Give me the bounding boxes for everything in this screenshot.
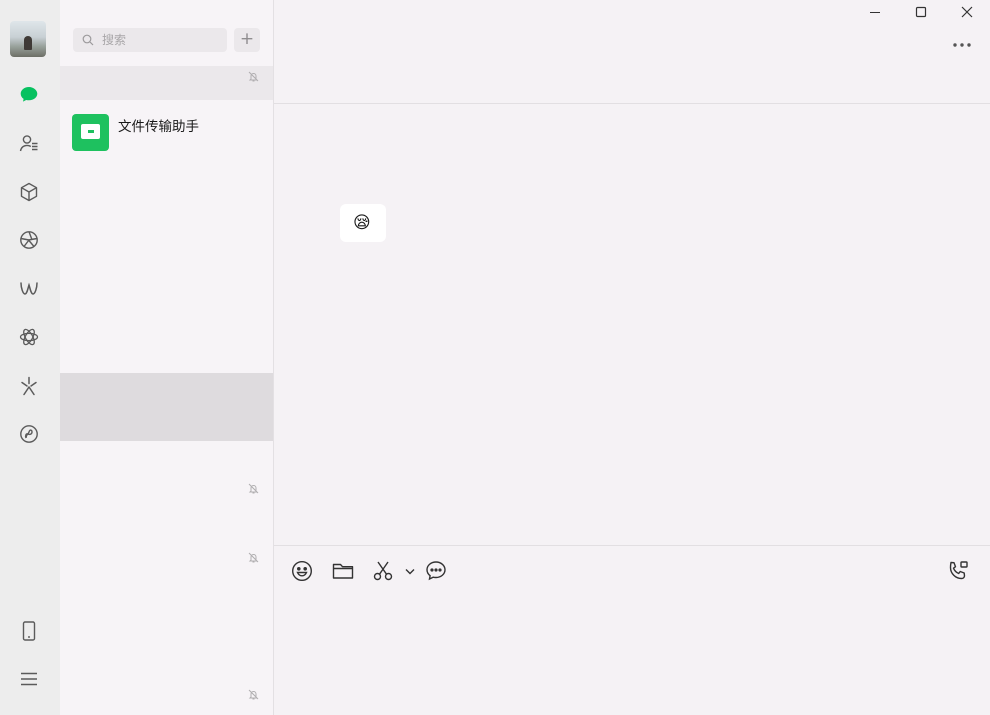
list-item-name: 文件传输助手 bbox=[118, 119, 199, 135]
menu-icon[interactable] bbox=[18, 668, 40, 690]
chat-icon[interactable] bbox=[18, 84, 40, 106]
close-icon[interactable] bbox=[952, 4, 982, 24]
nav-sidebar bbox=[0, 0, 61, 715]
mute-icon bbox=[248, 552, 259, 563]
more-icon[interactable] bbox=[951, 36, 973, 54]
mute-icon bbox=[248, 689, 259, 700]
mini-programs-icon[interactable] bbox=[18, 326, 40, 348]
chat-header bbox=[274, 0, 990, 104]
list-item[interactable] bbox=[60, 66, 273, 100]
weixin-games-icon[interactable] bbox=[18, 423, 40, 445]
folder-icon[interactable] bbox=[331, 559, 355, 583]
search-placeholder: 搜索 bbox=[102, 33, 127, 47]
contacts-icon[interactable] bbox=[18, 132, 40, 154]
conversation-list: 搜索 + 文件传输助手 bbox=[60, 0, 274, 715]
input-divider bbox=[274, 545, 990, 546]
chat-panel: 😪 bbox=[274, 0, 990, 715]
mute-icon bbox=[248, 71, 259, 82]
maximize-icon[interactable] bbox=[906, 4, 936, 24]
folder-icon bbox=[72, 114, 109, 151]
list-item-file-transfer[interactable]: 文件传输助手 bbox=[60, 101, 273, 165]
favorites-icon[interactable] bbox=[18, 181, 40, 203]
message-bubble[interactable]: 😪 bbox=[340, 204, 386, 242]
sleepy-emoji: 😪 bbox=[353, 213, 371, 233]
phone-icon[interactable] bbox=[18, 620, 40, 642]
scissors-icon[interactable] bbox=[371, 559, 395, 583]
list-item-selected[interactable] bbox=[60, 373, 273, 441]
minimize-icon[interactable] bbox=[860, 4, 890, 24]
voice-call-icon[interactable] bbox=[946, 559, 970, 583]
add-button[interactable]: + bbox=[234, 28, 260, 52]
moments-icon[interactable] bbox=[18, 229, 40, 251]
search-discovery-icon[interactable] bbox=[18, 375, 40, 397]
search-icon bbox=[82, 34, 94, 46]
search-input[interactable]: 搜索 bbox=[73, 28, 227, 52]
chevron-down-icon[interactable] bbox=[398, 559, 415, 583]
mute-icon bbox=[248, 483, 259, 494]
channels-icon[interactable] bbox=[18, 278, 40, 300]
avatar[interactable] bbox=[10, 21, 46, 57]
chat-bubble-icon[interactable] bbox=[424, 559, 448, 583]
emoji-icon[interactable] bbox=[290, 559, 314, 583]
